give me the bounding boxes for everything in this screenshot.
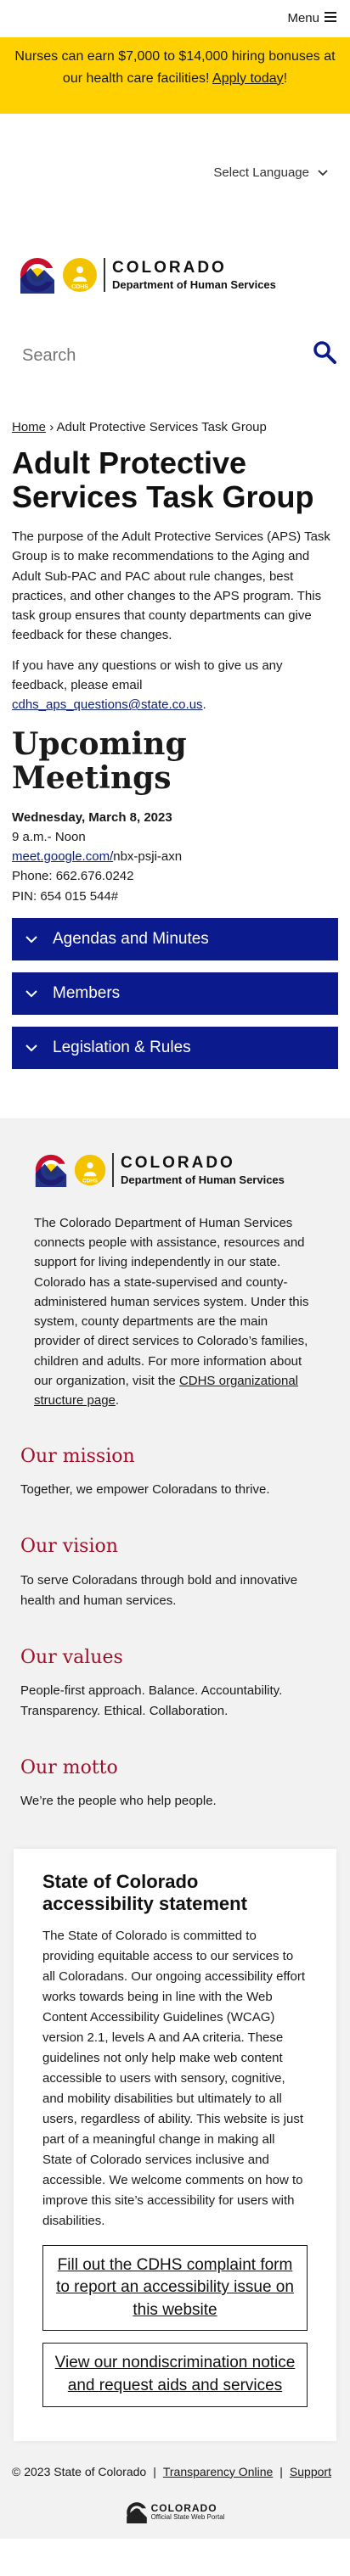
menu-label: Menu (287, 11, 319, 26)
page-title: Adult Protective Services Task Group (12, 445, 314, 514)
vision-title: Our vision (20, 1536, 118, 1558)
motto-text: We’re the people who help people. (20, 1793, 217, 1808)
about-paragraph: The Colorado Department of Human Service… (0, 1200, 350, 1411)
breadcrumb-home[interactable]: Home (12, 420, 46, 434)
accordion-legislation[interactable]: Legislation & Rules (12, 1026, 338, 1069)
contact-email-link[interactable]: cdhs_aps_questions@state.co.us (12, 697, 203, 712)
logo-department: Department of Human Services (112, 277, 276, 291)
colorado-c-icon (126, 2502, 148, 2524)
chevron-down-icon (25, 927, 37, 951)
accordion-label: Legislation & Rules (53, 1039, 191, 1057)
footer: CDHS COLORADO Department of Human Servic… (0, 1117, 350, 2540)
accordion-agendas[interactable]: Agendas and Minutes (12, 917, 338, 960)
meeting-details: Wednesday, March 8, 2023 9 a.m.- Noon me… (12, 808, 338, 906)
values-text: People-first approach. Balance. Accounta… (20, 1683, 283, 1718)
logo-text: COLORADO Department of Human Services (112, 1152, 285, 1187)
portal-sub: Official State Web Portal (150, 2513, 225, 2522)
bottom-links: © 2023 State of Colorado | Transparency … (0, 2441, 350, 2489)
accordion-label: Members (53, 984, 121, 1003)
contact-text: If you have any questions or wish to giv… (12, 658, 283, 692)
colorado-c-icon (20, 258, 56, 294)
mission-title: Our mission (20, 1446, 135, 1468)
nondiscrimination-button[interactable]: View our nondiscrimination notice and re… (42, 2343, 308, 2407)
meeting-date: Wednesday, March 8, 2023 (12, 809, 172, 825)
search-bar (0, 317, 350, 394)
chevron-down-icon (25, 1035, 37, 1060)
logo-state: COLORADO (112, 259, 227, 277)
logo-state: COLORADO (121, 1153, 235, 1172)
meeting-pin: PIN: 654 015 544# (12, 888, 119, 904)
meeting-time: 9 a.m.- Noon (12, 829, 86, 844)
state-portal-logo[interactable]: COLORADO Official State Web Portal (0, 2488, 350, 2539)
breadcrumb-current: Adult Protective Services Task Group (56, 420, 267, 434)
meeting-link[interactable]: meet.google.com/ (12, 849, 113, 864)
logo-department: Department of Human Services (121, 1173, 285, 1186)
mission-section: Our mission Together, we empower Colorad… (0, 1442, 350, 1500)
accessibility-title: State of Colorado accessibility statemen… (42, 1870, 247, 1915)
footer-logo[interactable]: CDHS COLORADO Department of Human Servic… (0, 1140, 350, 1200)
accessibility-body: The State of Colorado is committed to pr… (42, 1928, 306, 2228)
search-input[interactable] (22, 345, 277, 366)
header-logo[interactable]: CDHS COLORADO Department of Human Servic… (0, 232, 350, 317)
vision-section: Our vision To serve Coloradans through b… (0, 1532, 350, 1610)
complaint-form-button[interactable]: Fill out the CDHS complaint form to repo… (42, 2244, 308, 2332)
values-title: Our values (20, 1646, 123, 1668)
portal-text: COLORADO Official State Web Portal (150, 2502, 225, 2522)
breadcrumb-separator: › (49, 420, 54, 434)
motto-title: Our motto (20, 1756, 118, 1778)
alert-banner: Nurses can earn $7,000 to $14,000 hiring… (0, 37, 350, 114)
menu-button[interactable]: Menu (287, 8, 336, 28)
separator: | (153, 2464, 156, 2478)
cdhs-badge-text: CDHS (82, 1178, 98, 1184)
main-content: Adult Protective Services Task Group The… (0, 446, 350, 1069)
colorado-c-icon (35, 1154, 68, 1187)
cdhs-badge-text: CDHS (71, 284, 88, 290)
breadcrumb: Home › Adult Protective Services Task Gr… (0, 411, 350, 445)
search-icon[interactable] (313, 340, 336, 370)
about-suffix: . (115, 1393, 120, 1408)
about-text: The Colorado Department of Human Service… (34, 1215, 309, 1388)
accessibility-statement: State of Colorado accessibility statemen… (14, 1848, 336, 2441)
cdhs-logo-footer[interactable]: CDHS COLORADO Department of Human Servic… (34, 1152, 285, 1187)
hamburger-icon (325, 8, 336, 28)
accordion-label: Agendas and Minutes (53, 930, 209, 949)
cdhs-badge-icon: CDHS (63, 258, 97, 292)
values-section: Our values People-first approach. Balanc… (0, 1644, 350, 1722)
cdhs-badge-icon: CDHS (74, 1154, 106, 1186)
accordion-members[interactable]: Members (12, 972, 338, 1015)
language-select[interactable]: Select Language (0, 114, 350, 232)
motto-section: Our motto We’re the people who help peop… (0, 1754, 350, 1812)
meeting-link-suffix: nbx-psji-axn (113, 849, 183, 865)
top-bar: Menu (0, 0, 350, 37)
meeting-link-row: meet.google.com/nbx-psji-axn (12, 847, 338, 866)
contact-suffix: . (202, 697, 206, 713)
chevron-down-icon (318, 163, 328, 182)
cdhs-logo[interactable]: CDHS COLORADO Department of Human Servic… (19, 256, 276, 294)
support-link[interactable]: Support (290, 2463, 331, 2482)
logo-text: COLORADO Department of Human Services (104, 258, 276, 292)
meeting-phone: Phone: 662.676.0242 (12, 869, 134, 884)
intro-paragraph: The purpose of the Adult Protective Serv… (12, 529, 330, 643)
alert-suffix: ! (283, 70, 288, 86)
copyright: © 2023 State of Colorado (12, 2464, 147, 2478)
meetings-heading: Upcoming Meetings (12, 726, 187, 797)
transparency-link[interactable]: Transparency Online (163, 2463, 273, 2482)
language-label: Select Language (213, 165, 309, 181)
apply-link[interactable]: Apply today (212, 71, 284, 86)
vision-text: To serve Coloradans through bold and inn… (20, 1572, 298, 1608)
mission-text: Together, we empower Coloradans to thriv… (20, 1482, 270, 1498)
contact-paragraph: If you have any questions or wish to giv… (12, 656, 338, 715)
chevron-down-icon (25, 981, 37, 1005)
separator: | (279, 2464, 283, 2478)
